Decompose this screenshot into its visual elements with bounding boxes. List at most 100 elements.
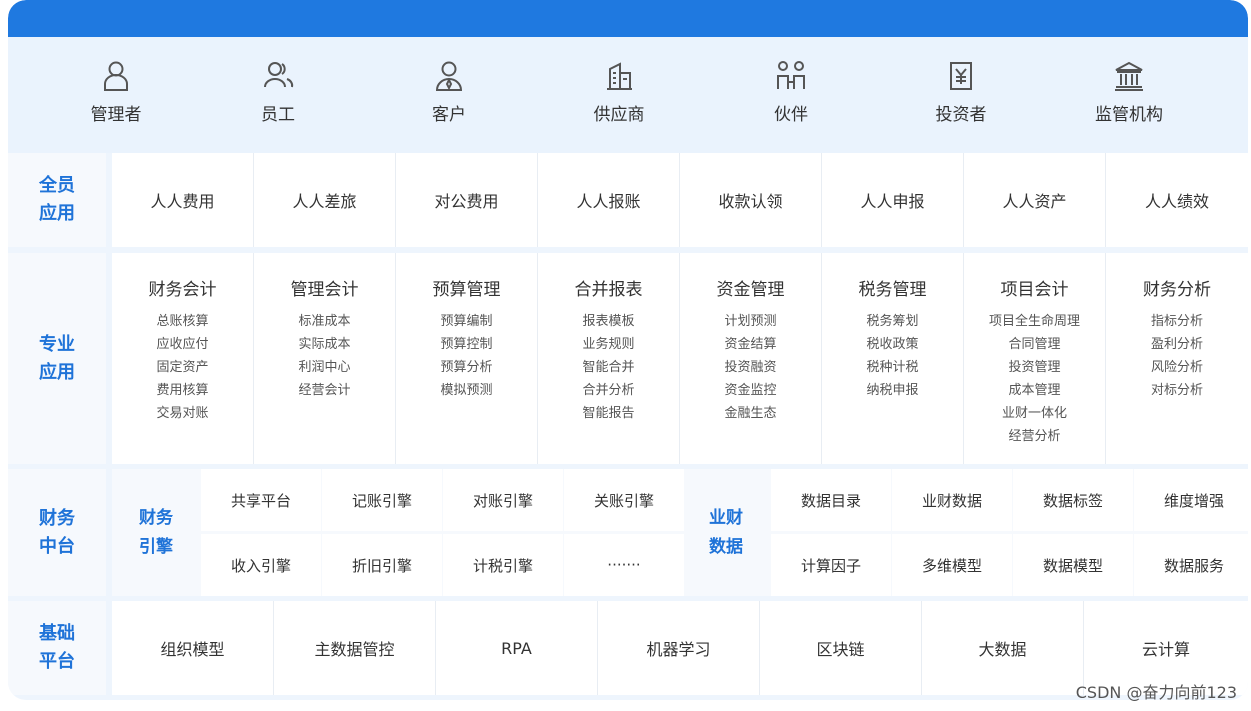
column-item[interactable]: 风险分析: [1106, 356, 1248, 379]
base-cell[interactable]: RPA: [436, 601, 598, 695]
professional-column: 资金管理计划预测 资金结算 投资融资 资金监控 金融生态: [680, 253, 822, 464]
role-regulator: 监管机构: [1069, 59, 1189, 125]
column-item[interactable]: 利润中心: [254, 356, 395, 379]
role-customer: 客户: [389, 59, 509, 125]
column-title[interactable]: 预算管理: [396, 275, 537, 300]
building-icon: [607, 62, 632, 90]
data-cell[interactable]: 多维模型: [892, 534, 1012, 596]
column-item[interactable]: 资金监控: [680, 379, 821, 402]
column-item[interactable]: 固定资产: [112, 356, 253, 379]
role-supplier: 供应商: [559, 59, 679, 125]
app-cell[interactable]: 人人绩效: [1106, 153, 1248, 247]
professional-column: 项目会计项目全生命周理 合同管理 投资管理 成本管理 业财一体化 经营分析: [964, 253, 1106, 464]
column-item[interactable]: 标准成本: [254, 310, 395, 333]
engine-cell[interactable]: 对账引擎: [443, 469, 563, 531]
role-label: 供应商: [593, 105, 645, 125]
column-item[interactable]: 报表模板: [538, 310, 679, 333]
column-item[interactable]: 计划预测: [680, 310, 821, 333]
base-cell[interactable]: 主数据管控: [274, 601, 436, 695]
engine-cell[interactable]: 共享平台: [201, 469, 321, 531]
column-item[interactable]: 对标分析: [1106, 379, 1248, 402]
column-item[interactable]: 智能合并: [538, 356, 679, 379]
column-item[interactable]: 投资融资: [680, 356, 821, 379]
investor-icon: [950, 62, 972, 90]
data-cell[interactable]: 数据目录: [771, 469, 891, 531]
column-title[interactable]: 资金管理: [680, 275, 821, 300]
professional-column: 管理会计标准成本 实际成本 利润中心 经营会计: [254, 253, 396, 464]
people-icon: [264, 62, 294, 88]
role-label: 员工: [261, 105, 295, 125]
column-item[interactable]: 费用核算: [112, 379, 253, 402]
data-cell[interactable]: 计算因子: [771, 534, 891, 596]
row-label-professional: 专业 应用: [8, 253, 106, 464]
column-title[interactable]: 税务管理: [822, 275, 963, 300]
roles-row: 管理者 员工 客户 供应商 伙伴 投资者 监管机构: [8, 37, 1248, 153]
professional-column: 税务管理税务筹划 税收政策 税种计税 纳税申报: [822, 253, 964, 464]
column-item[interactable]: 合同管理: [964, 333, 1105, 356]
column-item[interactable]: 盈利分析: [1106, 333, 1248, 356]
top-banner: [8, 0, 1248, 37]
data-cell[interactable]: 业财数据: [892, 469, 1012, 531]
column-item[interactable]: 合并分析: [538, 379, 679, 402]
data-cell[interactable]: 维度增强: [1134, 469, 1248, 531]
column-item[interactable]: 总账核算: [112, 310, 253, 333]
app-cell[interactable]: 人人报账: [538, 153, 680, 247]
data-cell[interactable]: 数据标签: [1013, 469, 1133, 531]
engine-cell[interactable]: 关账引擎: [564, 469, 684, 531]
app-cell[interactable]: 人人费用: [112, 153, 254, 247]
base-cell[interactable]: 机器学习: [598, 601, 760, 695]
data-cell[interactable]: 数据模型: [1013, 534, 1133, 596]
role-label: 伙伴: [774, 105, 808, 125]
column-title[interactable]: 财务分析: [1106, 275, 1248, 300]
column-item[interactable]: 项目全生命周理: [964, 310, 1105, 333]
column-item[interactable]: 成本管理: [964, 379, 1105, 402]
person-icon: [104, 61, 128, 91]
app-cell[interactable]: 人人资产: [964, 153, 1106, 247]
professional-apps: 财务会计 总账核算 应收应付 固定资产 费用核算 交易对账 管理会计 标准成本 实际成本 利润中心…: [112, 253, 1248, 464]
app-cell[interactable]: 对公费用: [396, 153, 538, 247]
column-item[interactable]: 实际成本: [254, 333, 395, 356]
institution-icon: [1115, 61, 1143, 91]
architecture-diagram: 管理者 员工 客户 供应商 伙伴 投资者 监管机构 全员 应用 人人费用 人人差…: [8, 0, 1248, 700]
column-item[interactable]: 税种计税: [822, 356, 963, 379]
column-item[interactable]: 预算分析: [396, 356, 537, 379]
column-item[interactable]: 税务筹划: [822, 310, 963, 333]
app-cell[interactable]: 人人差旅: [254, 153, 396, 247]
engine-cell[interactable]: 计税引擎: [443, 534, 563, 596]
column-item[interactable]: 业财一体化: [964, 402, 1105, 425]
column-item[interactable]: 纳税申报: [822, 379, 963, 402]
data-cell[interactable]: 数据服务: [1134, 534, 1248, 596]
role-label: 投资者: [935, 105, 987, 125]
column-item[interactable]: 指标分析: [1106, 310, 1248, 333]
finance-middle-platform: 财务 引擎 业财 数据 共享平台 记账引擎 对账引擎 关账引擎 收入引擎 折旧引擎 计税引擎 ··…: [112, 469, 1248, 596]
engine-cell[interactable]: ·······: [564, 534, 684, 596]
column-item[interactable]: 模拟预测: [396, 379, 537, 402]
engine-cell[interactable]: 记账引擎: [322, 469, 442, 531]
column-item[interactable]: 应收应付: [112, 333, 253, 356]
base-cell[interactable]: 大数据: [922, 601, 1084, 695]
column-item[interactable]: 金融生态: [680, 402, 821, 425]
professional-column: 财务分析指标分析 盈利分析 风险分析 对标分析: [1106, 253, 1248, 464]
app-cell[interactable]: 人人申报: [822, 153, 964, 247]
row-label-all-staff: 全员 应用: [8, 153, 106, 247]
column-item[interactable]: 预算编制: [396, 310, 537, 333]
column-item[interactable]: 税收政策: [822, 333, 963, 356]
column-item[interactable]: 智能报告: [538, 402, 679, 425]
column-item[interactable]: 资金结算: [680, 333, 821, 356]
engine-cell[interactable]: 折旧引擎: [322, 534, 442, 596]
column-item[interactable]: 投资管理: [964, 356, 1105, 379]
column-title[interactable]: 合并报表: [538, 275, 679, 300]
column-item[interactable]: 业务规则: [538, 333, 679, 356]
column-item[interactable]: 预算控制: [396, 333, 537, 356]
column-title[interactable]: 财务会计: [112, 275, 253, 300]
role-partner: 伙伴: [731, 59, 851, 125]
column-item[interactable]: 经营分析: [964, 425, 1105, 448]
column-title[interactable]: 项目会计: [964, 275, 1105, 300]
column-item[interactable]: 经营会计: [254, 379, 395, 402]
base-cell[interactable]: 区块链: [760, 601, 922, 695]
engine-cell[interactable]: 收入引擎: [201, 534, 321, 596]
app-cell[interactable]: 收款认领: [680, 153, 822, 247]
base-cell[interactable]: 组织模型: [112, 601, 274, 695]
column-title[interactable]: 管理会计: [254, 275, 395, 300]
column-item[interactable]: 交易对账: [112, 402, 253, 425]
